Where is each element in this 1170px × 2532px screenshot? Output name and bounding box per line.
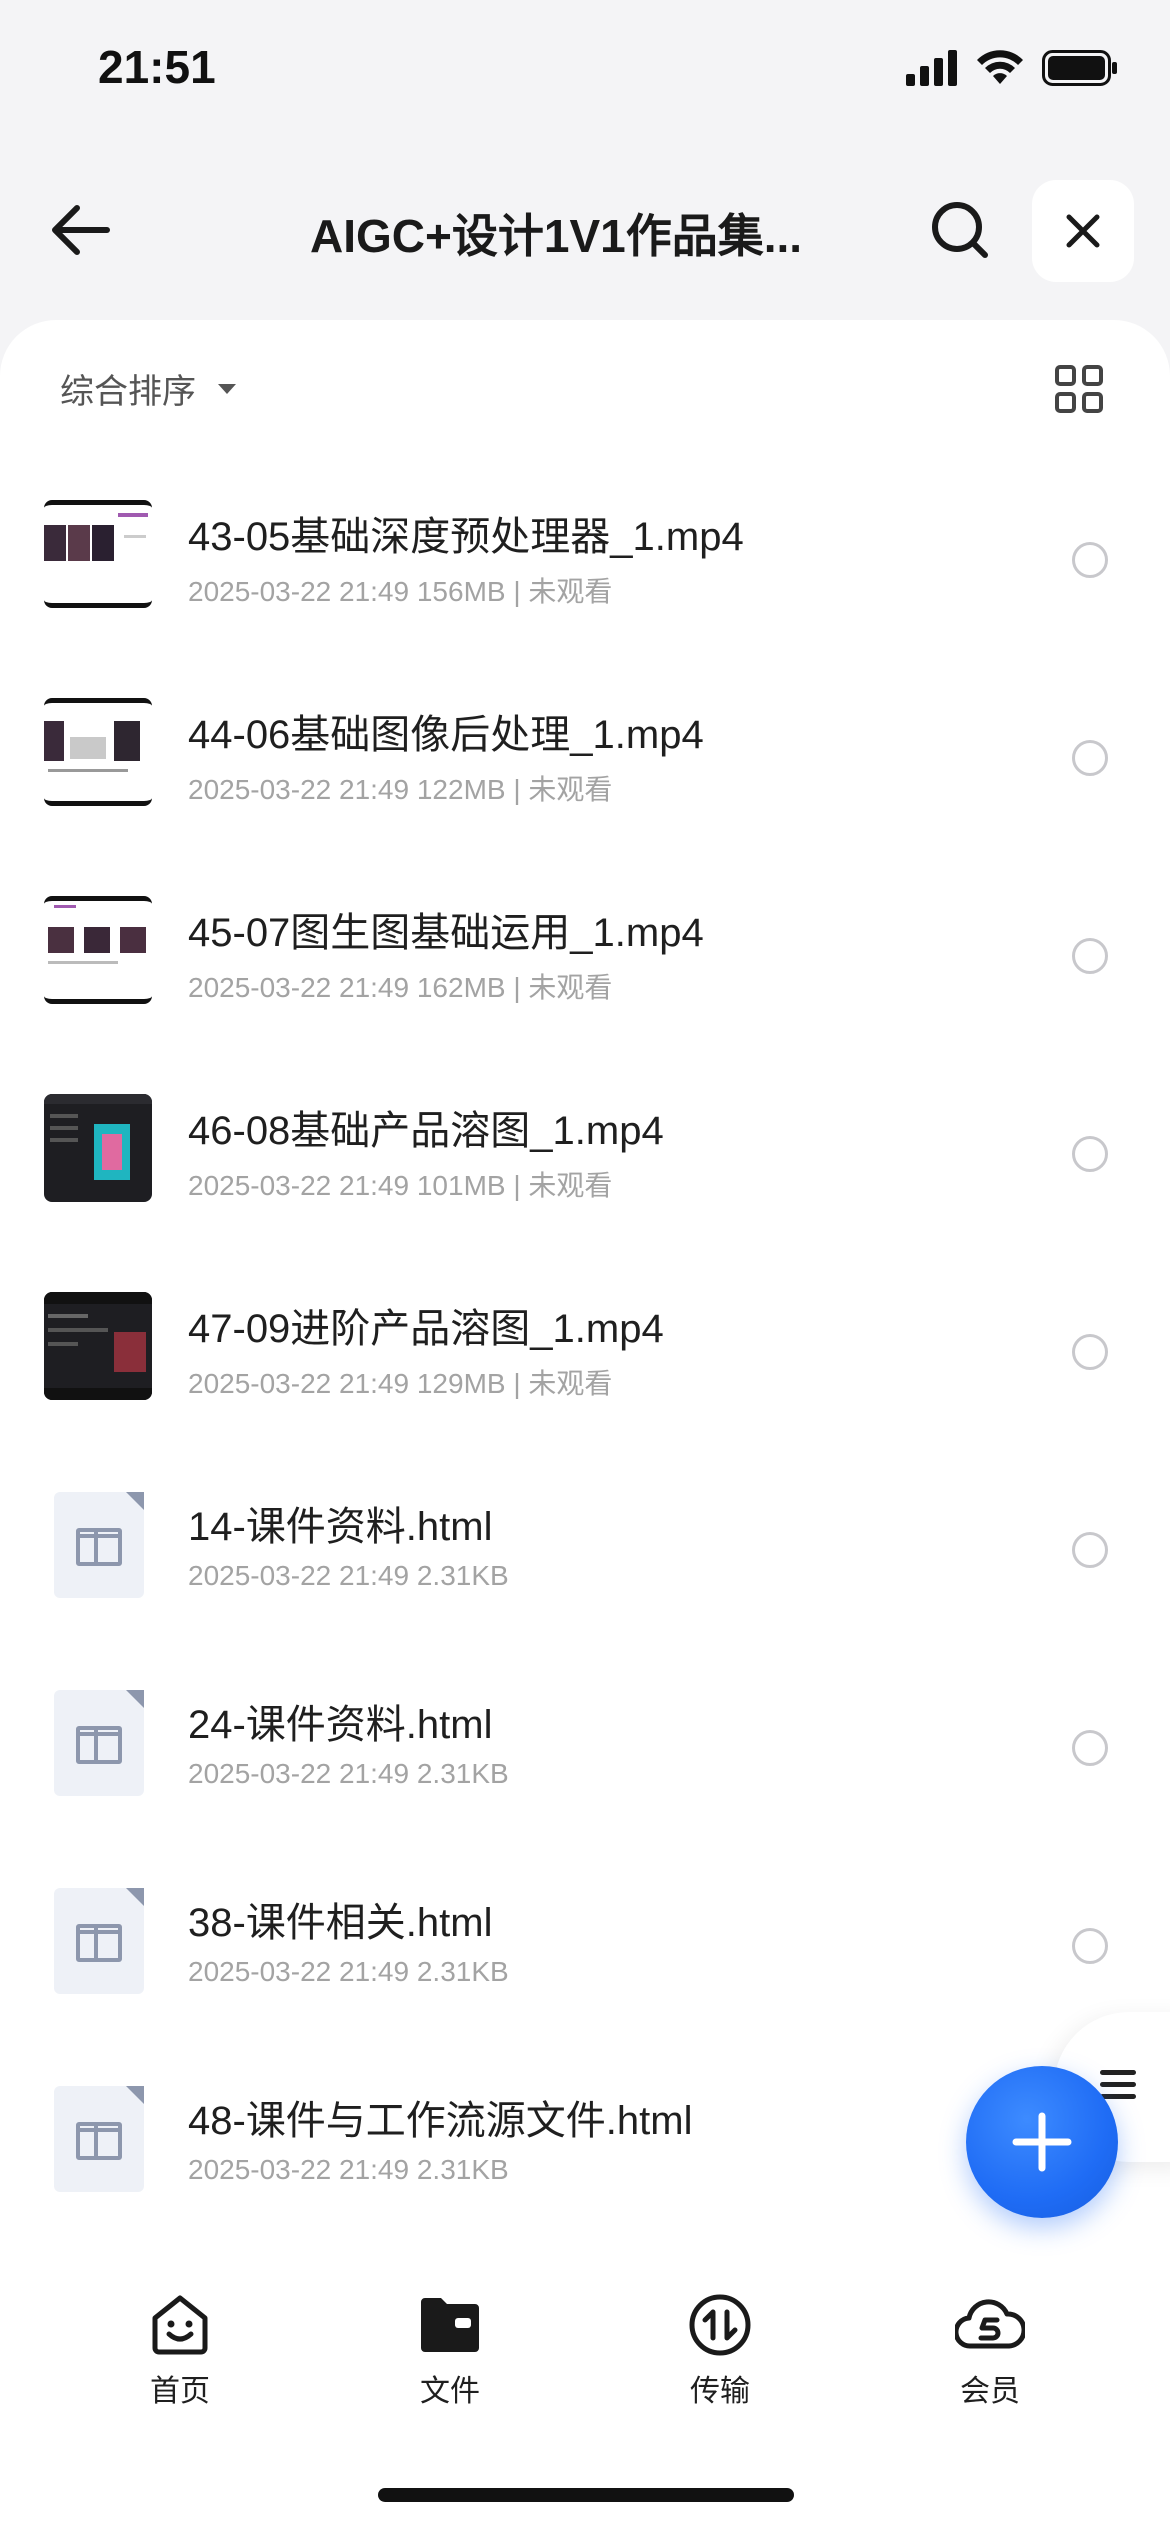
select-checkbox[interactable] [1072, 1334, 1108, 1370]
status-icons [906, 50, 1118, 86]
file-meta: 2025-03-22 21:49 2.31KB [188, 1956, 509, 1987]
grid-view-button[interactable] [1054, 364, 1104, 414]
folder-icon [421, 2298, 479, 2352]
tab-vip[interactable]: 会员 [900, 2290, 1080, 2430]
search-icon [932, 202, 988, 258]
battery-icon [1042, 50, 1117, 86]
list-item[interactable]: 45-07图生图基础运用_1.mp4 2025-03-22 21:49 162M… [0, 856, 1170, 1054]
file-meta: 2025-03-22 21:49 162MB | 未观看 [188, 972, 613, 1003]
html-file-icon [54, 1690, 144, 1796]
header: AIGC+设计1V1作品集... [0, 170, 1170, 290]
select-checkbox[interactable] [1072, 1136, 1108, 1172]
home-indicator [378, 2488, 794, 2502]
video-thumbnail [44, 896, 152, 1004]
caret-down-icon [218, 383, 236, 394]
select-checkbox[interactable] [1072, 1928, 1108, 1964]
list-item[interactable]: 43-05基础深度预处理器_1.mp4 2025-03-22 21:49 156… [0, 460, 1170, 658]
select-checkbox[interactable] [1072, 542, 1108, 578]
file-name: 43-05基础深度预处理器_1.mp4 [188, 515, 744, 559]
grid-view-icon [1055, 365, 1103, 413]
file-list: 43-05基础深度预处理器_1.mp4 2025-03-22 21:49 156… [0, 460, 1170, 2242]
file-name: 14-课件资料.html [188, 1505, 493, 1549]
close-button[interactable] [1032, 180, 1134, 282]
list-item[interactable]: 38-课件相关.html 2025-03-22 21:49 2.31KB [0, 1846, 1170, 2044]
file-name: 48-课件与工作流源文件.html [188, 2099, 693, 2143]
file-meta: 2025-03-22 21:49 101MB | 未观看 [188, 1170, 613, 1201]
transfer-icon [689, 2294, 751, 2356]
tab-transfer[interactable]: 传输 [630, 2290, 810, 2430]
back-arrow-icon [52, 205, 110, 255]
tab-home[interactable]: 首页 [90, 2290, 270, 2430]
file-name: 44-06基础图像后处理_1.mp4 [188, 713, 704, 757]
list-item[interactable]: 44-06基础图像后处理_1.mp4 2025-03-22 21:49 122M… [0, 658, 1170, 856]
plus-icon [1012, 2112, 1072, 2172]
cellular-signal-icon [906, 50, 957, 86]
list-item[interactable]: 47-09进阶产品溶图_1.mp4 2025-03-22 21:49 129MB… [0, 1252, 1170, 1450]
video-thumbnail [44, 1292, 152, 1400]
list-item[interactable]: 14-课件资料.html 2025-03-22 21:49 2.31KB [0, 1450, 1170, 1648]
file-name: 47-09进阶产品溶图_1.mp4 [188, 1307, 664, 1351]
tab-label: 会员 [960, 2374, 1020, 2409]
tab-files[interactable]: 文件 [360, 2290, 540, 2430]
video-thumbnail [44, 1094, 152, 1202]
video-thumbnail [44, 500, 152, 608]
file-meta: 2025-03-22 21:49 2.31KB [188, 1560, 509, 1591]
select-checkbox[interactable] [1072, 938, 1108, 974]
video-thumbnail [44, 698, 152, 806]
html-file-icon [54, 1888, 144, 1994]
close-icon [1066, 214, 1100, 248]
smiley-home-icon [152, 2295, 208, 2355]
file-name: 24-课件资料.html [188, 1703, 493, 1747]
page-title: AIGC+设计1V1作品集... [310, 210, 803, 262]
list-item[interactable]: 46-08基础产品溶图_1.mp4 2025-03-22 21:49 101MB… [0, 1054, 1170, 1252]
file-meta: 2025-03-22 21:49 2.31KB [188, 1758, 509, 1789]
file-meta: 2025-03-22 21:49 2.31KB [188, 2154, 509, 2185]
tab-label: 传输 [690, 2374, 750, 2409]
tab-label: 首页 [150, 2374, 210, 2409]
sort-dropdown[interactable]: 综合排序 [60, 364, 238, 413]
search-button[interactable] [920, 190, 1000, 270]
file-list-panel: 综合排序 43-05基础深度预处理器_1.mp4 2025-03-22 21:4… [0, 320, 1170, 2270]
html-file-icon [54, 2086, 144, 2192]
select-checkbox[interactable] [1072, 1730, 1108, 1766]
add-button[interactable] [966, 2066, 1118, 2218]
list-item[interactable]: 24-课件资料.html 2025-03-22 21:49 2.31KB [0, 1648, 1170, 1846]
sort-label: 综合排序 [60, 372, 196, 412]
select-checkbox[interactable] [1072, 1532, 1108, 1568]
status-bar: 21:51 [0, 0, 1170, 140]
file-name: 46-08基础产品溶图_1.mp4 [188, 1109, 664, 1153]
menu-icon [1100, 2070, 1136, 2100]
html-file-icon [54, 1492, 144, 1598]
tab-label: 文件 [420, 2374, 480, 2409]
file-meta: 2025-03-22 21:49 156MB | 未观看 [188, 576, 613, 607]
file-meta: 2025-03-22 21:49 122MB | 未观看 [188, 774, 613, 805]
screen: 21:51 AIGC+设计1V1作品集... 综合排序 43-05基础深度预处理… [0, 0, 1170, 2532]
file-meta: 2025-03-22 21:49 129MB | 未观看 [188, 1368, 613, 1399]
back-button[interactable] [40, 195, 120, 265]
wifi-icon [977, 50, 1023, 84]
file-name: 38-课件相关.html [188, 1901, 493, 1945]
file-name: 45-07图生图基础运用_1.mp4 [188, 911, 704, 955]
status-time: 21:51 [98, 41, 216, 93]
vip-cloud-icon [955, 2299, 1025, 2349]
select-checkbox[interactable] [1072, 740, 1108, 776]
